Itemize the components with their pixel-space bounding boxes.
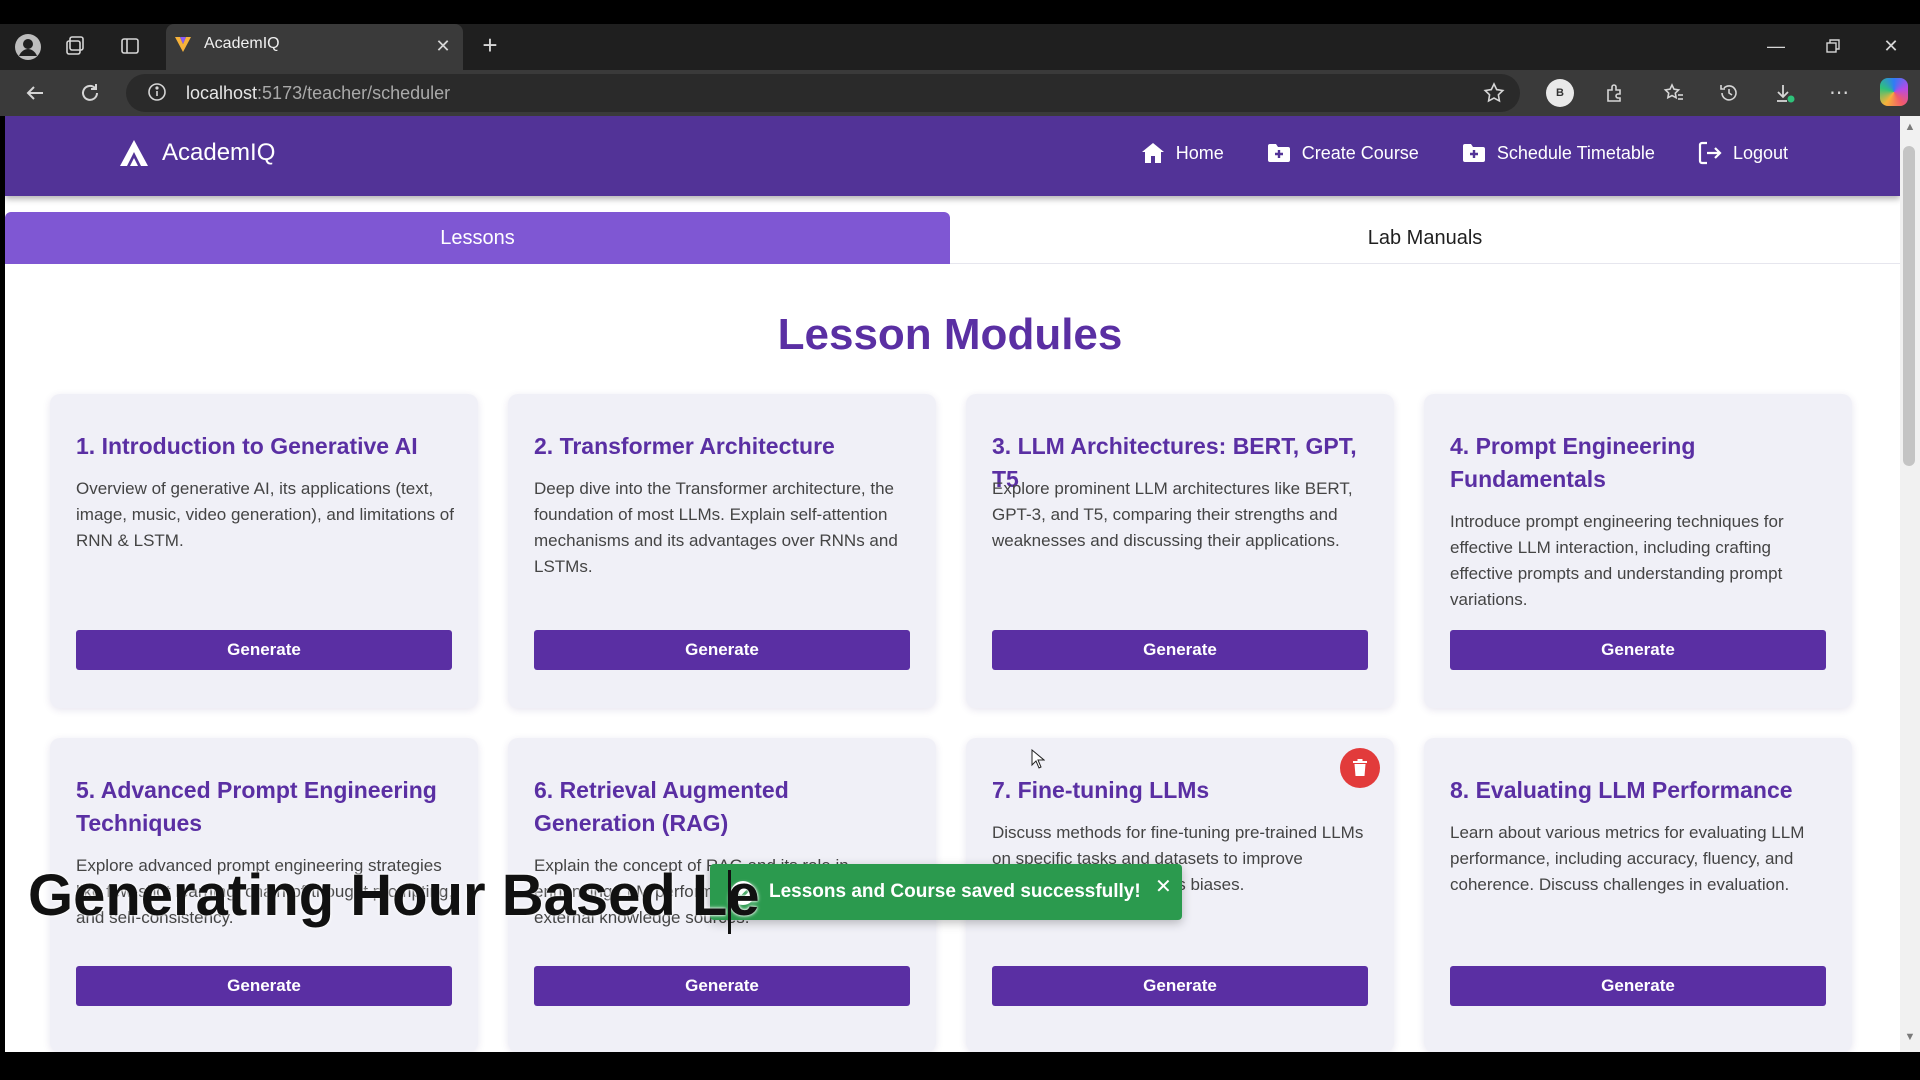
scroll-down-icon[interactable]: ▼ <box>1903 1030 1917 1044</box>
generate-button[interactable]: Generate <box>992 630 1368 670</box>
close-window-icon[interactable]: ✕ <box>1878 33 1904 59</box>
content-tabs: Lessons Lab Manuals <box>5 212 1900 264</box>
url-path: :5173/teacher/scheduler <box>257 83 451 103</box>
downloads-icon[interactable] <box>1773 81 1797 105</box>
nav-create-course[interactable]: Create Course <box>1266 139 1419 167</box>
profile-avatar[interactable]: B <box>1546 79 1574 107</box>
module-description: Learn about various metrics for evaluati… <box>1450 823 1805 894</box>
favorite-star-icon[interactable] <box>1482 81 1506 105</box>
module-title: 4. Prompt Engineering Fundamentals <box>1450 433 1696 492</box>
nav-links: Home Create Course Schedule Timetable Lo… <box>1140 139 1788 167</box>
tab-lab-manuals[interactable]: Lab Manuals <box>950 212 1900 264</box>
calendar-plus-icon <box>1462 144 1485 162</box>
restore-icon[interactable] <box>1820 33 1846 59</box>
module-title: 6. Retrieval Augmented Generation (RAG) <box>534 777 789 836</box>
minimize-icon[interactable]: — <box>1763 33 1789 59</box>
toast-close-icon[interactable]: ✕ <box>1155 874 1172 899</box>
generate-button[interactable]: Generate <box>534 966 910 1006</box>
nav-home[interactable]: Home <box>1140 139 1224 167</box>
nav-schedule-timetable-label: Schedule Timetable <box>1496 143 1655 163</box>
close-tab-icon[interactable]: ✕ <box>432 35 454 57</box>
reload-icon[interactable] <box>77 80 103 106</box>
more-menu-icon[interactable]: ⋯ <box>1827 81 1851 105</box>
academiq-favicon-icon <box>173 34 193 54</box>
module-title: 1. Introduction to Generative AI <box>76 433 418 459</box>
module-description: Overview of generative AI, its applicati… <box>76 479 454 550</box>
module-description: Deep dive into the Transformer architect… <box>534 479 898 576</box>
new-tab-icon[interactable]: + <box>478 32 502 58</box>
generate-button[interactable]: Generate <box>992 966 1368 1006</box>
module-description: Introduce prompt engineering techniques … <box>1450 512 1784 609</box>
copilot-icon[interactable] <box>1880 78 1908 106</box>
extensions-icon[interactable] <box>1602 81 1626 105</box>
vertical-tabs-icon[interactable] <box>119 35 141 57</box>
browser-tab-title: AcademIQ <box>204 35 280 52</box>
module-title: 7. Fine-tuning LLMs <box>992 777 1210 803</box>
profile-icon[interactable] <box>14 33 42 61</box>
url-host: localhost <box>186 83 258 103</box>
module-card: 3. LLM Architectures: BERT, GPT, T5 Expl… <box>966 394 1394 708</box>
back-icon[interactable] <box>22 80 48 106</box>
generate-button[interactable]: Generate <box>1450 966 1826 1006</box>
scroll-up-icon[interactable]: ▲ <box>1903 120 1917 134</box>
url-text[interactable]: localhost:5173/teacher/scheduler <box>186 82 450 104</box>
nav-schedule-timetable[interactable]: Schedule Timetable <box>1461 139 1655 167</box>
success-toast: Lessons and Course saved successfully! ✕ <box>710 864 1182 920</box>
tab-lessons[interactable]: Lessons <box>5 212 950 264</box>
app-navbar: AcademIQ Home Create Course Schedule Tim… <box>5 116 1900 196</box>
video-caption-overlay: Generating Hour Based Le <box>28 863 760 928</box>
site-info-icon[interactable] <box>146 81 168 103</box>
toast-message: Lessons and Course saved successfully! <box>769 881 1141 902</box>
home-icon <box>1141 143 1164 163</box>
module-card: 4. Prompt Engineering Fundamentals Intro… <box>1424 394 1852 708</box>
generate-button[interactable]: Generate <box>1450 630 1826 670</box>
brand-name: AcademIQ <box>162 139 276 166</box>
generate-button[interactable]: Generate <box>76 966 452 1006</box>
mouse-cursor-icon <box>1031 749 1045 769</box>
module-title: 8. Evaluating LLM Performance <box>1450 777 1793 803</box>
generate-button[interactable]: Generate <box>76 630 452 670</box>
brand-logo[interactable]: AcademIQ <box>118 138 275 168</box>
folder-plus-icon <box>1267 144 1290 162</box>
nav-logout-label: Logout <box>1732 143 1788 163</box>
history-icon[interactable] <box>1717 81 1741 105</box>
module-description: Explore prominent LLM architectures like… <box>992 479 1353 550</box>
nav-logout[interactable]: Logout <box>1697 139 1788 167</box>
nav-create-course-label: Create Course <box>1301 143 1419 163</box>
page-title: Lesson Modules <box>777 310 1123 359</box>
logout-icon <box>1698 141 1722 165</box>
workspaces-icon[interactable] <box>64 35 86 57</box>
generate-button[interactable]: Generate <box>534 630 910 670</box>
nav-home-label: Home <box>1175 143 1224 163</box>
favorites-icon[interactable] <box>1662 81 1686 105</box>
module-title: 5. Advanced Prompt Engineering Technique… <box>76 777 437 836</box>
caption-caret <box>728 870 731 934</box>
module-card: 8. Evaluating LLM Performance Learn abou… <box>1424 738 1852 1052</box>
module-card: 1. Introduction to Generative AI Overvie… <box>50 394 478 708</box>
academiq-logo-icon <box>120 140 148 166</box>
scrollbar-thumb[interactable] <box>1903 146 1915 466</box>
screen: AcademIQ ✕ + — ✕ localhost:5173/teacher/… <box>0 0 1920 1080</box>
module-title: 2. Transformer Architecture <box>534 433 835 459</box>
module-card: 2. Transformer Architecture Deep dive in… <box>508 394 936 708</box>
